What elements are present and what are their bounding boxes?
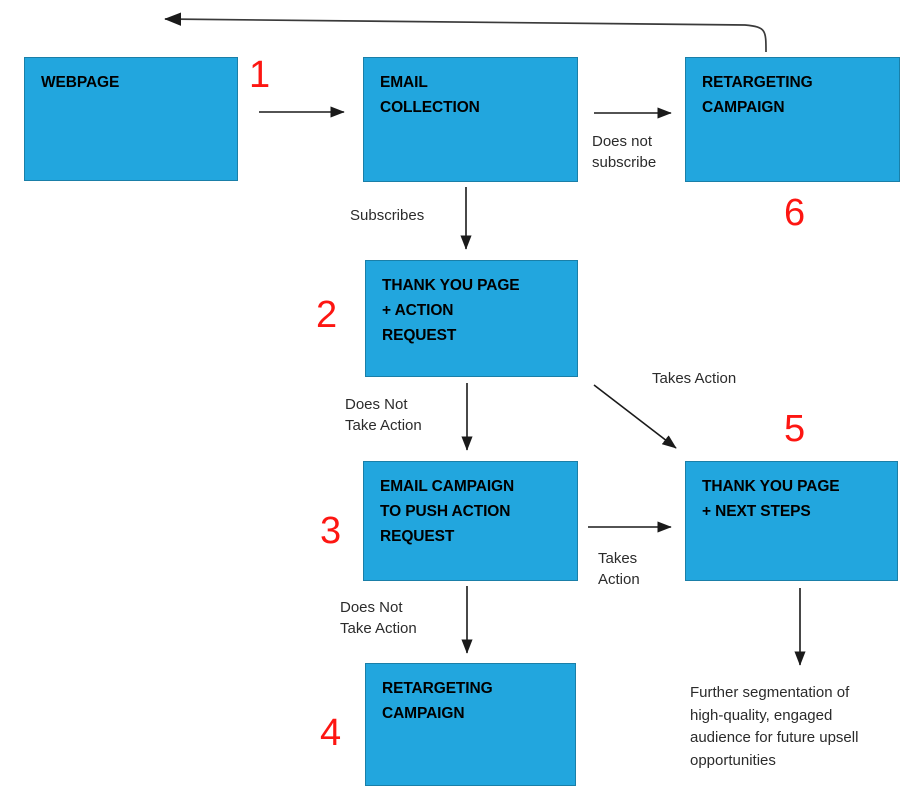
note-further-segmentation: Further segmentation of high-quality, en… <box>690 684 859 769</box>
step-number-1: 1 <box>249 54 271 96</box>
edge-label-does-not-take-action-email-campaign: Does Not Take Action <box>340 599 417 638</box>
node-retargeting-campaign-bottom-label: RETARGETING CAMPAIGN <box>382 680 493 723</box>
node-email-campaign-push-action-label: EMAIL CAMPAIGN TO PUSH ACTION REQUEST <box>380 478 515 546</box>
node-thank-you-page-next-steps-label: THANK YOU PAGE + NEXT STEPS <box>702 478 840 521</box>
node-email-collection[interactable]: EMAIL COLLECTION <box>363 57 578 182</box>
node-webpage-label: WEBPAGE <box>41 74 120 91</box>
edge-label-takes-action-email-campaign: Takes Action <box>598 550 640 589</box>
node-thank-you-page-next-steps[interactable]: THANK YOU PAGE + NEXT STEPS <box>685 461 898 581</box>
step-number-4: 4 <box>320 712 342 754</box>
node-webpage[interactable]: WEBPAGE <box>24 57 238 181</box>
edge-label-does-not-subscribe: Does not subscribe <box>592 133 657 172</box>
node-retargeting-campaign-bottom[interactable]: RETARGETING CAMPAIGN <box>365 663 576 786</box>
node-thank-you-page-action-request[interactable]: THANK YOU PAGE + ACTION REQUEST <box>365 260 578 377</box>
node-email-campaign-push-action[interactable]: EMAIL CAMPAIGN TO PUSH ACTION REQUEST <box>363 461 578 581</box>
node-retargeting-campaign-top[interactable]: RETARGETING CAMPAIGN <box>685 57 900 182</box>
edge-label-does-not-take-action-thank-you: Does Not Take Action <box>345 396 422 435</box>
step-number-2: 2 <box>316 294 338 336</box>
edge-thank-you-to-next-steps <box>593 384 677 449</box>
flowchart-canvas: WEBPAGE EMAIL COLLECTION RETARGETING CAM… <box>0 0 922 806</box>
node-email-collection-label: EMAIL COLLECTION <box>380 74 480 117</box>
edge-label-subscribes: Subscribes <box>350 207 425 224</box>
step-number-3: 3 <box>320 510 342 552</box>
node-thank-you-page-action-request-label: THANK YOU PAGE + ACTION REQUEST <box>382 277 520 345</box>
step-number-5: 5 <box>784 408 806 450</box>
node-retargeting-campaign-top-label: RETARGETING CAMPAIGN <box>702 74 813 117</box>
step-number-6: 6 <box>784 192 806 234</box>
edge-label-takes-action-thank-you: Takes Action <box>652 370 737 387</box>
edge-retargeting-top-to-webpage <box>164 12 767 53</box>
